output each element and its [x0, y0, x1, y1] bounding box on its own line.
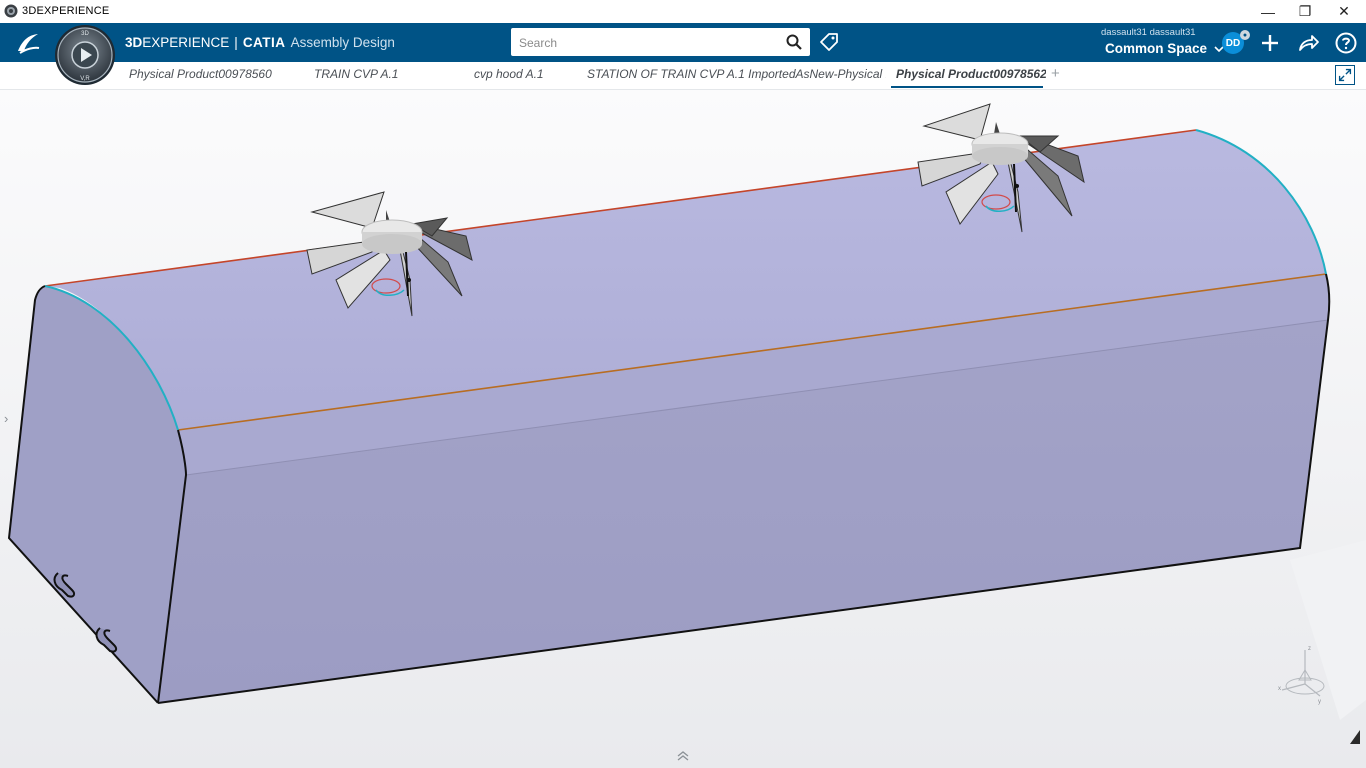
- fan-2-shaft-point: [1015, 184, 1019, 188]
- chevron-up-icon[interactable]: [676, 750, 690, 762]
- tab-cvp-hood[interactable]: cvp hood A.1: [474, 67, 574, 81]
- app-name: Assembly Design: [290, 35, 395, 50]
- plus-icon[interactable]: [1258, 31, 1282, 55]
- collab-space-selector[interactable]: Common Space: [1105, 41, 1224, 56]
- 3dexperience-app-icon: [4, 4, 18, 18]
- axis-z-label: z: [1308, 646, 1311, 652]
- tab-train-cvp[interactable]: TRAIN CVP A.1: [314, 67, 434, 81]
- window-title-bar: 3DEXPERIENCE — ❐ ✕: [0, 0, 1366, 23]
- brand-separator: |: [234, 35, 238, 50]
- search-input[interactable]: [511, 28, 781, 58]
- compass-label-bottom: V,R: [80, 76, 90, 82]
- fan-1-hub-bottom: [362, 234, 422, 254]
- restore-button[interactable]: ❐: [1285, 0, 1325, 23]
- user-name: dassault31 dassault31: [1101, 27, 1196, 38]
- notification-badge: ●: [1240, 30, 1250, 40]
- tag-icon[interactable]: [818, 31, 840, 53]
- ds-logo-icon[interactable]: [14, 29, 42, 57]
- compass-icon[interactable]: 3D V,R: [54, 24, 116, 86]
- share-icon[interactable]: [1296, 31, 1320, 55]
- brand-title: 3DEXPERIENCE | CATIA Assembly Design: [125, 35, 395, 50]
- orientation-triad-icon[interactable]: x y z: [1272, 640, 1332, 706]
- brand-experience: EXPERIENCE: [142, 35, 230, 50]
- window-title: 3DEXPERIENCE: [22, 5, 110, 17]
- tab-physical-product-00978560[interactable]: Physical Product00978560: [129, 67, 289, 81]
- active-tab-indicator: [891, 86, 1043, 88]
- axis-x-label: x: [1278, 686, 1281, 692]
- app-top-bar: 3DEXPERIENCE|CATIAAssembly Design dassau…: [0, 23, 1366, 62]
- 3d-viewport[interactable]: [0, 90, 1366, 768]
- document-tab-bar: Physical Product00978560 TRAIN CVP A.1 c…: [0, 62, 1366, 90]
- minimize-button[interactable]: —: [1248, 0, 1288, 23]
- fan-1-shaft-point: [407, 278, 411, 282]
- side-panel-handle[interactable]: ›: [4, 411, 8, 426]
- tab-physical-product-00978562[interactable]: Physical Product00978562: [896, 67, 1046, 81]
- add-tab-button[interactable]: +: [1051, 65, 1060, 82]
- brand-3d: 3D: [125, 35, 143, 50]
- axis-y-label: y: [1318, 699, 1321, 705]
- search-box: [511, 28, 810, 58]
- tab-station-of-train[interactable]: STATION OF TRAIN CVP A.1 ImportedAsNew-P…: [587, 67, 886, 81]
- fullscreen-icon[interactable]: [1335, 65, 1355, 85]
- help-icon[interactable]: [1334, 31, 1358, 55]
- fan-2-hub-bottom: [972, 147, 1028, 165]
- resize-grip-icon[interactable]: [1348, 728, 1362, 746]
- collab-space-label: Common Space: [1105, 41, 1208, 56]
- compass-label-top: 3D: [81, 31, 89, 37]
- brand-catia: CATIA: [242, 35, 286, 50]
- search-icon[interactable]: [786, 34, 802, 50]
- close-button[interactable]: ✕: [1324, 0, 1364, 23]
